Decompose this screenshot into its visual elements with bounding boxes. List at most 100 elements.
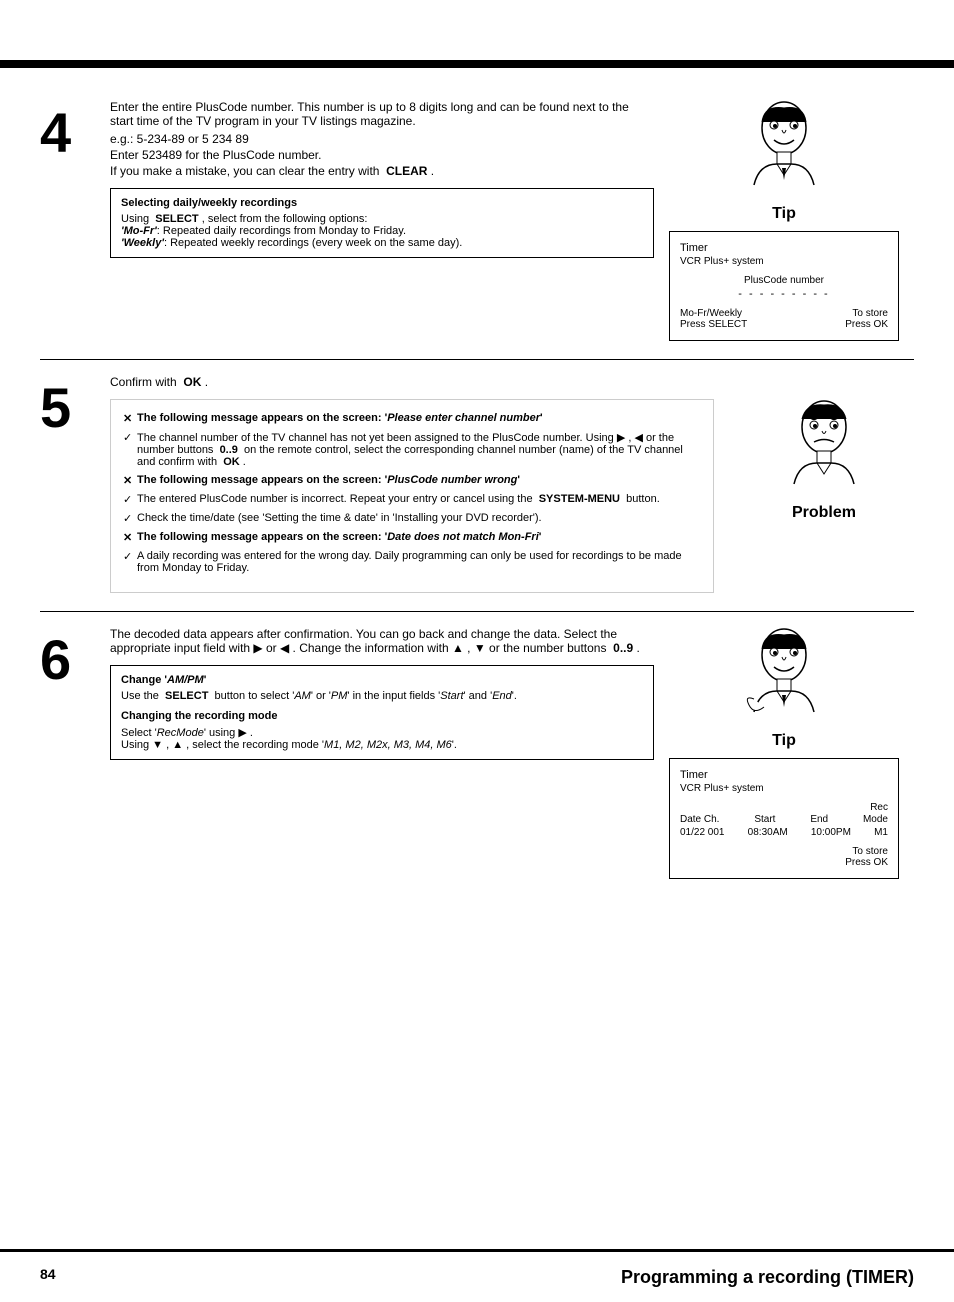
problem-body-2: ✓ The entered PlusCode number is incorre… bbox=[123, 493, 701, 506]
step-5-intro: Confirm with OK . bbox=[110, 375, 914, 389]
step-4-timer-display: Timer VCR Plus+ system PlusCode number -… bbox=[669, 231, 899, 341]
header-start: Start bbox=[754, 814, 775, 825]
tip-character-svg bbox=[744, 100, 824, 200]
problem-body-2b: ✓ Check the time/date (see 'Setting the … bbox=[123, 512, 701, 525]
value-mode: M1 bbox=[874, 827, 888, 838]
step-4-number: 4 bbox=[40, 100, 100, 341]
step-4-character bbox=[744, 100, 824, 200]
timer-press-ok-4: Press OK bbox=[845, 319, 888, 330]
rec-mode-header-row: Rec bbox=[680, 802, 888, 813]
step-6-tip-body-2: Select 'RecMode' using ▶ . bbox=[121, 726, 643, 739]
step-4-tip-intro: Using SELECT , select from the following… bbox=[121, 213, 643, 225]
step-6-content: The decoded data appears after confirmat… bbox=[100, 627, 654, 768]
step-4-para-4: If you make a mistake, you can clear the… bbox=[110, 164, 654, 178]
problem-character-svg bbox=[784, 399, 864, 499]
timer-to-store-6: To store bbox=[845, 846, 888, 857]
header-end: End bbox=[810, 814, 828, 825]
problem-item-1-text: The following message appears on the scr… bbox=[137, 412, 543, 425]
step-5-content: Confirm with OK . ✕ The following messag… bbox=[100, 375, 914, 593]
problem-item-3-text: The following message appears on the scr… bbox=[137, 531, 541, 544]
divider-1 bbox=[40, 359, 914, 360]
timer-footer-4: Mo-Fr/Weekly Press SELECT To store Press… bbox=[680, 308, 888, 330]
problem-body-2-text: The entered PlusCode number is incorrect… bbox=[137, 493, 660, 506]
problem-body-1: ✓ The channel number of the TV channel h… bbox=[123, 431, 701, 468]
cross-icon-2: ✕ bbox=[123, 474, 137, 487]
cross-icon-1: ✕ bbox=[123, 412, 137, 425]
timer-mo-fr: Mo-Fr/Weekly bbox=[680, 308, 747, 319]
page-number: 84 bbox=[40, 1266, 56, 1282]
check-icon-3: ✓ bbox=[123, 550, 137, 574]
step-6-tip-box: Change 'AM/PM' Use the SELECT button to … bbox=[110, 665, 654, 760]
clear-label: CLEAR bbox=[386, 164, 427, 178]
timer-press-ok-6: Press OK bbox=[845, 857, 888, 868]
rec-mode-header: Rec bbox=[870, 802, 888, 813]
step-6-tip-body-1: Use the SELECT button to select 'AM' or … bbox=[121, 690, 643, 702]
timer-footer-right-4: To store Press OK bbox=[845, 308, 888, 330]
timer-values-row: 01/22 001 08:30AM 10:00PM M1 bbox=[680, 827, 888, 838]
page-title: Programming a recording (TIMER) bbox=[621, 1267, 914, 1288]
step-6-tip-body-3: Using ▼ , ▲ , select the recording mode … bbox=[121, 739, 643, 751]
header-date: Date Ch. bbox=[680, 814, 719, 825]
problem-item-1: ✕ The following message appears on the s… bbox=[123, 412, 701, 425]
main-content: 4 Enter the entire PlusCode number. This… bbox=[0, 80, 954, 1242]
step-6-tip-title-2: Changing the recording mode bbox=[121, 710, 643, 722]
timer-footer-left-4: Mo-Fr/Weekly Press SELECT bbox=[680, 308, 747, 330]
step-6-character bbox=[744, 627, 824, 727]
check-icon-1: ✓ bbox=[123, 431, 137, 468]
step-6-right: Tip Timer VCR Plus+ system Rec Date Ch. … bbox=[654, 627, 914, 879]
step-5-character bbox=[784, 399, 864, 499]
problem-body-1-text: The channel number of the TV channel has… bbox=[137, 431, 701, 468]
problem-box: ✕ The following message appears on the s… bbox=[110, 399, 714, 593]
tip-character-2-svg bbox=[744, 627, 824, 727]
divider-2 bbox=[40, 611, 914, 612]
problem-header-2: The following message appears on the scr… bbox=[137, 474, 520, 486]
problem-body-3: ✓ A daily recording was entered for the … bbox=[123, 550, 701, 574]
timer-to-store-4: To store bbox=[845, 308, 888, 319]
step-6-number: 6 bbox=[40, 627, 100, 688]
step-6-timer-display: Timer VCR Plus+ system Rec Date Ch. Star… bbox=[669, 758, 899, 879]
problem-label: Problem bbox=[792, 504, 856, 522]
problem-item-2: ✕ The following message appears on the s… bbox=[123, 474, 701, 487]
value-end: 10:00PM bbox=[811, 827, 851, 838]
top-bar bbox=[0, 60, 954, 68]
header-mode: Mode bbox=[863, 814, 888, 825]
step-4-right: Tip Timer VCR Plus+ system PlusCode numb… bbox=[654, 100, 914, 341]
step-4-section: 4 Enter the entire PlusCode number. This… bbox=[40, 100, 914, 341]
problem-header-3: The following message appears on the scr… bbox=[137, 531, 541, 543]
timer-press-select: Press SELECT bbox=[680, 319, 747, 330]
timer-subtitle-4: VCR Plus+ system bbox=[680, 256, 888, 267]
timer-footer-right-6: To store Press OK bbox=[845, 846, 888, 868]
problem-header-1: The following message appears on the scr… bbox=[137, 412, 543, 424]
timer-subtitle-6: VCR Plus+ system bbox=[680, 783, 888, 794]
timer-footer-6: To store Press OK bbox=[680, 846, 888, 868]
step-4-tip-label: Tip bbox=[772, 205, 796, 223]
cross-icon-3: ✕ bbox=[123, 531, 137, 544]
timer-title-4: Timer bbox=[680, 242, 888, 254]
step-5-row: ✕ The following message appears on the s… bbox=[110, 399, 914, 593]
problem-body-2b-text: Check the time/date (see 'Setting the ti… bbox=[137, 512, 542, 525]
timer-field-label-4: PlusCode number bbox=[680, 275, 888, 286]
step-6-section: 6 The decoded data appears after confirm… bbox=[40, 627, 914, 879]
problem-item-2-text: The following message appears on the scr… bbox=[137, 474, 520, 487]
step-5-right: Problem bbox=[734, 399, 914, 593]
step-6-tip-label: Tip bbox=[772, 732, 796, 750]
timer-dashes-4: - - - - - - - - - bbox=[680, 288, 888, 300]
timer-title-6: Timer bbox=[680, 769, 888, 781]
check-icon-2: ✓ bbox=[123, 493, 137, 506]
step-5-section: 5 Confirm with OK . ✕ The following mess… bbox=[40, 375, 914, 593]
step-4-content: Enter the entire PlusCode number. This n… bbox=[100, 100, 654, 341]
check-icon-2b: ✓ bbox=[123, 512, 137, 525]
step-5-number: 5 bbox=[40, 375, 100, 436]
step-4-tip-title: Selecting daily/weekly recordings bbox=[121, 197, 643, 209]
step-4-tip-box: Selecting daily/weekly recordings Using … bbox=[110, 188, 654, 258]
step-4-para-1: Enter the entire PlusCode number. This n… bbox=[110, 100, 654, 128]
step-4-option-1: 'Mo-Fr': Repeated daily recordings from … bbox=[121, 225, 643, 237]
problem-body-3-text: A daily recording was entered for the wr… bbox=[137, 550, 701, 574]
step-4-para-2: e.g.: 5-234-89 or 5 234 89 bbox=[110, 132, 654, 146]
bottom-bar bbox=[0, 1249, 954, 1252]
value-start: 08:30AM bbox=[748, 827, 788, 838]
step-4-para-3: Enter 523489 for the PlusCode number. bbox=[110, 148, 654, 162]
step-4-option-2: 'Weekly': Repeated weekly recordings (ev… bbox=[121, 237, 643, 249]
value-date-ch: 01/22 001 bbox=[680, 827, 725, 838]
problem-item-3: ✕ The following message appears on the s… bbox=[123, 531, 701, 544]
